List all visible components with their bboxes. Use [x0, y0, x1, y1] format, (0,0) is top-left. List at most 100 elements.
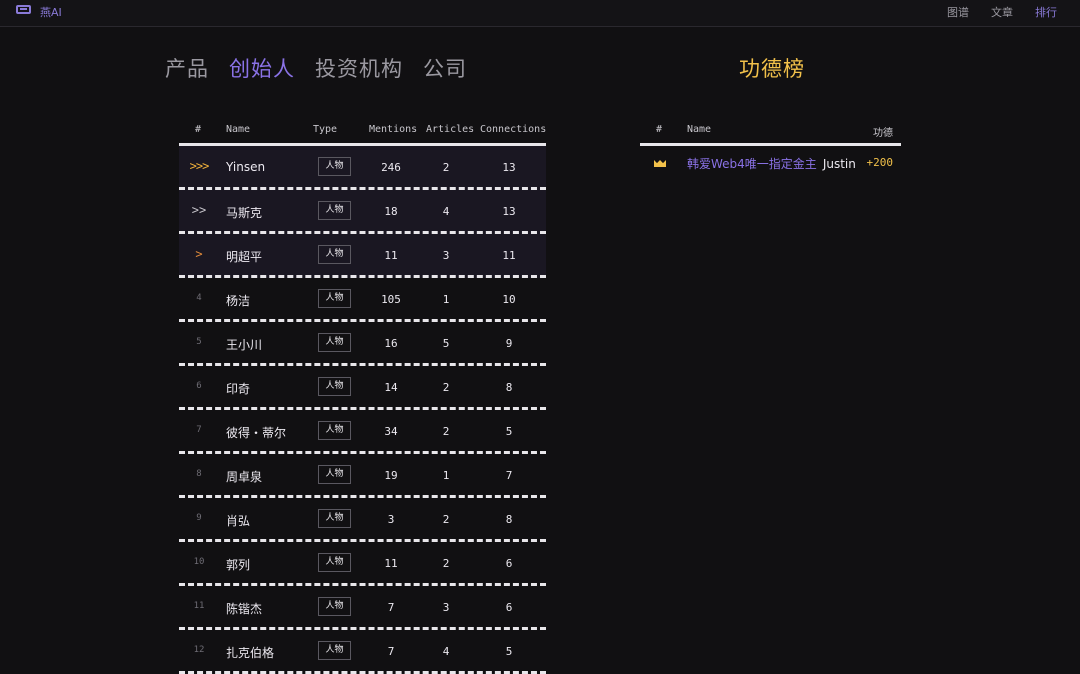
merit-name[interactable]: 韩爱Web4唯一指定金主 Justin [687, 155, 856, 172]
connections-value: 9 [505, 337, 513, 350]
table-row[interactable]: 9 肖弘 人物 3 2 8 [179, 498, 546, 542]
founder-name[interactable]: 周卓泉 [226, 468, 262, 485]
connections-value: 8 [505, 513, 513, 526]
tab-founders[interactable]: 创始人 [229, 53, 295, 83]
col-type: Type [313, 124, 338, 135]
articles-value: 3 [442, 601, 450, 614]
type-badge: 人物 [318, 553, 351, 572]
merit-score: +200 [866, 156, 894, 169]
mentions-value: 19 [384, 469, 398, 482]
articles-value: 3 [442, 249, 450, 262]
articles-value: 1 [442, 469, 450, 482]
mentions-value: 34 [384, 425, 398, 438]
articles-value: 2 [442, 381, 450, 394]
rank-number: 8 [196, 469, 202, 479]
founder-name[interactable]: 杨洁 [226, 292, 250, 309]
founder-name[interactable]: 郭列 [226, 556, 250, 573]
table-row[interactable]: 5 王小川 人物 16 5 9 [179, 322, 546, 366]
merit-col-score: 功德 [873, 128, 893, 139]
type-badge: 人物 [318, 641, 351, 660]
founder-name[interactable]: 陈锴杰 [226, 600, 262, 617]
articles-value: 5 [442, 337, 450, 350]
table-row[interactable]: 6 印奇 人物 14 2 8 [179, 366, 546, 410]
rank-number: 11 [193, 601, 205, 611]
mentions-value: 7 [387, 645, 395, 658]
type-badge: 人物 [318, 509, 351, 528]
founder-name[interactable]: 印奇 [226, 380, 250, 397]
rank-number: 4 [196, 293, 202, 303]
founder-name[interactable]: Yinsen [226, 160, 265, 174]
type-badge: 人物 [318, 465, 351, 484]
nav-articles[interactable]: 文章 [991, 4, 1013, 20]
mentions-value: 7 [387, 601, 395, 614]
articles-value: 4 [442, 645, 450, 658]
rank-chevron-icon: >> [191, 203, 207, 217]
merit-title: 功德榜 [739, 57, 805, 81]
logo-icon[interactable] [16, 5, 31, 14]
mentions-value: 105 [381, 293, 401, 306]
connections-value: 6 [505, 557, 513, 570]
col-articles: Articles [426, 124, 475, 135]
nav-graph[interactable]: 图谱 [947, 4, 969, 20]
founder-name[interactable]: 彼得・蒂尔 [226, 424, 286, 441]
rank-number: 9 [196, 513, 202, 523]
connections-value: 7 [505, 469, 513, 482]
merit-user: Justin [822, 157, 856, 171]
col-rank: # [195, 124, 202, 135]
articles-value: 2 [442, 161, 450, 174]
category-tabs: 产品 创始人 投资机构 公司 [165, 53, 467, 83]
ranking-header: # Name Type Mentions Articles Connection… [179, 118, 546, 146]
table-row[interactable]: >> 马斯克 人物 18 4 13 [179, 190, 546, 234]
merit-donor-name: 韩爱Web4唯一指定金主 [687, 157, 817, 171]
type-badge: 人物 [318, 597, 351, 616]
crown-icon [654, 160, 666, 167]
logo-text[interactable]: 燕AI [40, 4, 62, 20]
nav-ranking[interactable]: 排行 [1035, 4, 1057, 20]
col-name: Name [226, 124, 251, 135]
table-row[interactable]: 7 彼得・蒂尔 人物 34 2 5 [179, 410, 546, 454]
tab-companies[interactable]: 公司 [423, 53, 467, 83]
type-badge: 人物 [318, 157, 351, 176]
articles-value: 2 [442, 557, 450, 570]
table-row[interactable]: >>> Yinsen 人物 246 2 13 [179, 146, 546, 190]
connections-value: 13 [502, 161, 516, 174]
merit-col-name: Name [687, 124, 712, 135]
ranking-table: # Name Type Mentions Articles Connection… [179, 118, 546, 674]
rank-number: 6 [196, 381, 202, 391]
type-badge: 人物 [318, 377, 351, 396]
mentions-value: 11 [384, 557, 398, 570]
rank-chevron-icon: > [195, 247, 203, 261]
rank-number: 12 [193, 645, 205, 655]
table-row[interactable]: 4 杨洁 人物 105 1 10 [179, 278, 546, 322]
founder-name[interactable]: 王小川 [226, 336, 262, 353]
tab-products[interactable]: 产品 [165, 53, 209, 83]
col-mentions: Mentions [369, 124, 418, 135]
founder-name[interactable]: 肖弘 [226, 512, 250, 529]
table-row[interactable]: 8 周卓泉 人物 19 1 7 [179, 454, 546, 498]
rank-number: 10 [193, 557, 205, 567]
founder-name[interactable]: 马斯克 [226, 204, 262, 221]
founder-name[interactable]: 明超平 [226, 248, 262, 265]
table-row[interactable]: > 明超平 人物 11 3 11 [179, 234, 546, 278]
merit-row[interactable]: 韩爱Web4唯一指定金主 Justin +200 [640, 146, 901, 178]
type-badge: 人物 [318, 333, 351, 352]
rank-number: 5 [196, 337, 202, 347]
mentions-value: 18 [384, 205, 398, 218]
table-row[interactable]: 10 郭列 人物 11 2 6 [179, 542, 546, 586]
merit-table: # Name 功德 韩爱Web4唯一指定金主 Justin +200 [640, 118, 901, 178]
connections-value: 5 [505, 645, 513, 658]
type-badge: 人物 [318, 421, 351, 440]
table-row[interactable]: 12 扎克伯格 人物 7 4 5 [179, 630, 546, 674]
connections-value: 10 [502, 293, 516, 306]
top-bar: 燕AI 图谱 文章 排行 [0, 0, 1080, 27]
connections-value: 13 [502, 205, 516, 218]
type-badge: 人物 [318, 245, 351, 264]
connections-value: 11 [502, 249, 516, 262]
articles-value: 2 [442, 425, 450, 438]
tab-investors[interactable]: 投资机构 [315, 53, 403, 83]
mentions-value: 16 [384, 337, 398, 350]
articles-value: 1 [442, 293, 450, 306]
founder-name[interactable]: 扎克伯格 [226, 644, 274, 661]
table-row[interactable]: 11 陈锴杰 人物 7 3 6 [179, 586, 546, 630]
col-connections: Connections [480, 124, 547, 135]
